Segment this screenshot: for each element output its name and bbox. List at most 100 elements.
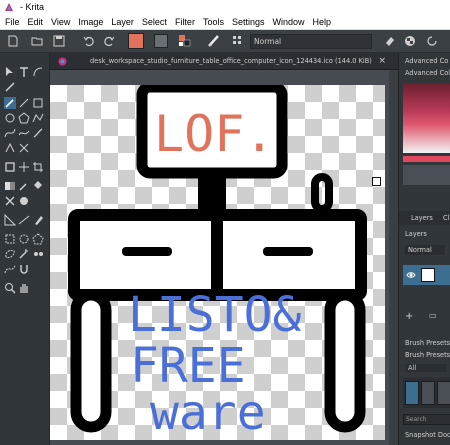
close-tab-icon[interactable]: × bbox=[378, 56, 386, 66]
brush-preset-item[interactable] bbox=[405, 381, 419, 405]
right-dock: Advanced Co Advanced Colo Layers Cl Laye… bbox=[398, 53, 450, 445]
document-tab-title: desk_workspace_studio_furniture_table_of… bbox=[90, 57, 372, 65]
fill-tool-icon[interactable] bbox=[32, 180, 44, 192]
layer-row-selected[interactable] bbox=[403, 265, 450, 285]
menu-tools[interactable]: Tools bbox=[199, 17, 228, 27]
eraser-mode-icon[interactable] bbox=[383, 34, 397, 48]
brush-presets-subtitle: Brush Presets bbox=[405, 351, 450, 359]
overlay-text-top: LOF. bbox=[154, 105, 274, 163]
canvas-corner-marker bbox=[372, 177, 381, 186]
measure-tool-icon[interactable] bbox=[18, 214, 30, 226]
add-layer-icon[interactable]: + bbox=[405, 311, 413, 322]
pattern-grid-icon[interactable] bbox=[231, 34, 245, 48]
assistant-tool-icon[interactable] bbox=[4, 214, 16, 226]
color-selector-square[interactable] bbox=[403, 83, 450, 153]
menu-view[interactable]: View bbox=[47, 17, 74, 27]
reference-images-tool-icon[interactable] bbox=[32, 214, 44, 226]
new-document-icon[interactable] bbox=[6, 34, 20, 48]
layer-properties-icon[interactable]: ▭ bbox=[429, 311, 437, 320]
tab-layers[interactable]: Layers bbox=[411, 214, 433, 222]
bezier-select-tool-icon[interactable] bbox=[4, 263, 16, 275]
ellipse-tool-icon[interactable] bbox=[4, 112, 16, 124]
rectangle-tool-icon[interactable] bbox=[32, 97, 44, 109]
redo-icon[interactable] bbox=[102, 34, 116, 48]
brush-preset-item[interactable] bbox=[421, 381, 435, 405]
swap-colors-icon[interactable] bbox=[178, 34, 192, 48]
menu-bar: File Edit View Image Layer Select Filter… bbox=[0, 14, 450, 30]
smart-patch-tool-icon[interactable] bbox=[18, 142, 30, 154]
refresh-icon[interactable] bbox=[425, 34, 439, 48]
overlay-text-line3: ware bbox=[150, 385, 266, 440]
color-history-strip[interactable] bbox=[403, 165, 450, 185]
freehand-select-tool-icon[interactable] bbox=[4, 248, 16, 260]
menu-layer[interactable]: Layer bbox=[107, 17, 138, 27]
layer-blend-mode-select[interactable]: Normal bbox=[405, 245, 445, 255]
menu-filter[interactable]: Filter bbox=[171, 17, 199, 27]
select-shapes-tool-icon[interactable] bbox=[4, 66, 16, 78]
brush-preset-item[interactable] bbox=[437, 381, 450, 405]
rectangle-select-tool-icon[interactable] bbox=[4, 233, 16, 245]
text-tool-icon[interactable] bbox=[18, 66, 30, 78]
open-document-icon[interactable] bbox=[30, 34, 44, 48]
reset-opacity-icon[interactable] bbox=[403, 34, 417, 48]
tab-channels[interactable]: Cl bbox=[443, 214, 449, 222]
advanced-color-title: Advanced Co bbox=[405, 57, 449, 65]
document-tab[interactable]: desk_workspace_studio_furniture_table_of… bbox=[50, 53, 398, 70]
brush-filter-select[interactable]: All bbox=[405, 364, 447, 372]
main-toolbar: Normal bbox=[0, 30, 450, 53]
freehand-path-tool-icon[interactable] bbox=[18, 127, 30, 139]
undo-icon[interactable] bbox=[82, 34, 96, 48]
krita-document-icon bbox=[58, 56, 67, 66]
pattern-fill-tool-icon[interactable] bbox=[18, 195, 30, 207]
calligraphy-tool-icon[interactable] bbox=[4, 81, 16, 93]
ellipse-select-tool-icon[interactable] bbox=[18, 233, 30, 245]
zoom-tool-icon[interactable] bbox=[4, 282, 16, 294]
magnetic-select-tool-icon[interactable] bbox=[18, 263, 30, 275]
bezier-curve-tool-icon[interactable] bbox=[4, 127, 16, 139]
window-title: - Krita bbox=[20, 2, 45, 12]
advanced-color-subtitle: Advanced Colo bbox=[405, 69, 450, 77]
menu-window[interactable]: Window bbox=[268, 17, 308, 27]
color-picker-tool-icon[interactable] bbox=[18, 180, 30, 192]
transform-tool-icon[interactable] bbox=[32, 161, 44, 173]
toolbox-panel bbox=[0, 53, 50, 445]
line-tool-icon[interactable] bbox=[18, 97, 30, 109]
canvas-area[interactable]: LOF. LISTO& FREE ware bbox=[50, 70, 398, 445]
polygon-select-tool-icon[interactable] bbox=[32, 233, 44, 245]
brush-preset-icon[interactable] bbox=[207, 34, 221, 48]
brush-search-input[interactable]: Search bbox=[403, 414, 450, 425]
eye-visibility-icon[interactable] bbox=[406, 270, 416, 280]
menu-settings[interactable]: Settings bbox=[228, 17, 269, 27]
hue-slider[interactable] bbox=[403, 156, 450, 162]
gradient-tool-icon[interactable] bbox=[4, 180, 16, 192]
menu-image[interactable]: Image bbox=[74, 17, 107, 27]
crop-tool-icon[interactable] bbox=[4, 161, 16, 173]
move-tool-icon[interactable] bbox=[18, 161, 30, 173]
background-color-swatch[interactable] bbox=[154, 34, 168, 48]
layers-panel-title: Layers bbox=[405, 230, 427, 238]
similar-select-tool-icon[interactable] bbox=[32, 248, 44, 260]
multibrush-tool-icon[interactable] bbox=[4, 142, 16, 154]
dock-tabs: Layers Cl bbox=[399, 211, 450, 225]
menu-select[interactable]: Select bbox=[138, 17, 171, 27]
menu-help[interactable]: Help bbox=[309, 17, 336, 27]
dynamic-brush-tool-icon[interactable] bbox=[32, 127, 44, 139]
blend-mode-select[interactable]: Normal bbox=[250, 34, 372, 49]
canvas-vertical-scrollbar[interactable] bbox=[389, 70, 398, 445]
contiguous-select-tool-icon[interactable] bbox=[18, 248, 30, 260]
document-image: LOF. LISTO& FREE ware bbox=[50, 85, 385, 440]
title-bar: - Krita bbox=[0, 0, 450, 14]
menu-file[interactable]: File bbox=[0, 17, 24, 27]
colorize-mask-tool-icon[interactable] bbox=[4, 195, 16, 207]
freehand-brush-tool-icon[interactable] bbox=[4, 97, 16, 109]
edit-shapes-tool-icon[interactable] bbox=[32, 66, 44, 78]
polygon-tool-icon[interactable] bbox=[18, 112, 30, 124]
brush-presets-title: Brush Presets bbox=[405, 339, 450, 347]
save-icon[interactable] bbox=[52, 34, 66, 48]
polyline-tool-icon[interactable] bbox=[32, 112, 44, 124]
menu-edit[interactable]: Edit bbox=[24, 17, 48, 27]
foreground-color-swatch[interactable] bbox=[128, 33, 144, 49]
overlay-text-line1: LISTO& bbox=[128, 287, 301, 343]
pan-tool-icon[interactable] bbox=[18, 282, 30, 294]
snapshot-docker-title: Snapshot Docke bbox=[405, 431, 450, 439]
